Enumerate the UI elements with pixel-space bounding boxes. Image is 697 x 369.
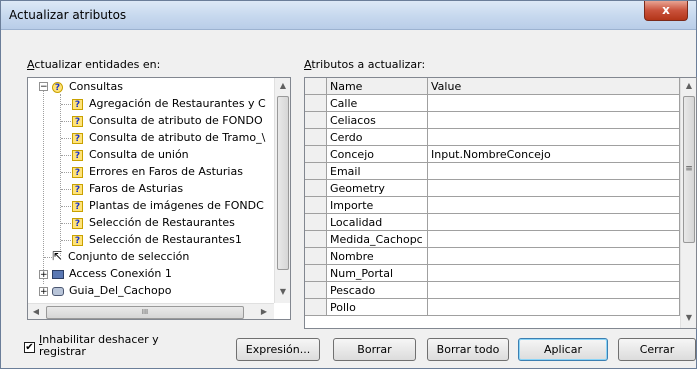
query-icon: ? bbox=[72, 166, 83, 178]
attribute-value-cell[interactable] bbox=[428, 231, 680, 248]
tree-item-database[interactable]: Guia_Del_Cachopo bbox=[52, 282, 171, 299]
row-selector[interactable] bbox=[305, 214, 327, 231]
attribute-value-cell[interactable] bbox=[428, 197, 680, 214]
tree-item-selection-set[interactable]: ⇱ Conjunto de selección bbox=[52, 248, 189, 265]
grid-vertical-scrollbar[interactable]: ▲ ≡ ▼ bbox=[680, 78, 696, 328]
tree-vertical-scrollbar[interactable]: ▲ ▼ bbox=[274, 78, 290, 303]
attribute-value-cell[interactable] bbox=[428, 214, 680, 231]
attribute-value-cell[interactable] bbox=[428, 282, 680, 299]
database-icon bbox=[52, 286, 64, 296]
attributes-label: Atributos a actualizar: bbox=[304, 58, 426, 71]
apply-button[interactable]: Aplicar bbox=[518, 338, 608, 361]
row-selector[interactable] bbox=[305, 129, 327, 146]
attribute-name-cell: Num_Portal bbox=[327, 265, 428, 282]
attribute-name-cell: Calle bbox=[327, 95, 428, 112]
tree-item-query[interactable]: ? Consulta de atributo de Tramo_\ bbox=[72, 129, 265, 146]
disable-undo-checkbox[interactable]: ✔ bbox=[24, 342, 35, 353]
attribute-name-cell: Localidad bbox=[327, 214, 428, 231]
tree-horizontal-scrollbar[interactable]: ◀ III ▶ bbox=[28, 303, 274, 319]
scroll-up-icon[interactable]: ▲ bbox=[681, 78, 696, 94]
dialog-window: Actualizar atributos x Actualizar entida… bbox=[0, 0, 697, 369]
column-header-name[interactable]: Name bbox=[327, 78, 428, 95]
clear-all-button[interactable]: Borrar todo bbox=[427, 338, 509, 361]
scroll-down-icon[interactable]: ▼ bbox=[681, 310, 696, 326]
expand-toggle[interactable]: + bbox=[39, 287, 48, 297]
connection-icon bbox=[52, 269, 64, 279]
scroll-left-icon[interactable]: ◀ bbox=[30, 306, 42, 318]
query-icon: ? bbox=[72, 149, 83, 161]
attribute-value-cell[interactable]: Input.NombreConcejo bbox=[428, 146, 680, 163]
tree-item-consultas[interactable]: ? Consultas bbox=[52, 78, 123, 95]
expression-button[interactable]: Expresión... bbox=[236, 338, 320, 361]
query-icon: ? bbox=[72, 115, 83, 127]
title-bar: Actualizar atributos x bbox=[1, 1, 696, 30]
scroll-right-icon[interactable]: ▶ bbox=[258, 306, 270, 318]
row-selector[interactable] bbox=[305, 163, 327, 180]
attribute-name-cell: Celiacos bbox=[327, 112, 428, 129]
cursor-icon: ⇱ bbox=[52, 249, 63, 263]
attribute-value-cell[interactable] bbox=[428, 265, 680, 282]
scroll-thumb[interactable] bbox=[277, 96, 289, 270]
tree-item-query[interactable]: ? Plantas de imágenes de FONDC bbox=[72, 197, 264, 214]
row-selector[interactable] bbox=[305, 146, 327, 163]
collapse-toggle[interactable]: − bbox=[39, 82, 48, 92]
query-icon: ? bbox=[72, 217, 83, 229]
attributes-grid[interactable]: Name Value Calle Celiacos Cerdo Concejo Inpu… bbox=[304, 77, 697, 329]
attribute-value-cell[interactable] bbox=[428, 112, 680, 129]
attribute-name-cell: Cerdo bbox=[327, 129, 428, 146]
scroll-up-icon[interactable]: ▲ bbox=[275, 78, 290, 94]
row-selector[interactable] bbox=[305, 299, 327, 316]
scroll-thumb[interactable]: ≡ bbox=[683, 96, 695, 243]
query-icon: ? bbox=[72, 200, 83, 212]
query-icon: ? bbox=[72, 132, 83, 144]
attribute-value-cell[interactable] bbox=[428, 129, 680, 146]
tree-item-query[interactable]: ? Consulta de atributo de FONDO bbox=[72, 112, 263, 129]
row-selector[interactable] bbox=[305, 282, 327, 299]
column-header-value[interactable]: Value bbox=[428, 78, 680, 95]
close-icon: x bbox=[662, 3, 670, 17]
window-title: Actualizar atributos bbox=[9, 8, 127, 22]
row-selector[interactable] bbox=[305, 95, 327, 112]
tree-item-query[interactable]: ? Agregación de Restaurantes y C bbox=[72, 95, 266, 112]
attribute-name-cell: Geometry bbox=[327, 180, 428, 197]
attribute-value-cell[interactable] bbox=[428, 299, 680, 316]
tree-item-query[interactable]: ? Consulta de unión bbox=[72, 146, 189, 163]
close-button[interactable]: x bbox=[644, 1, 688, 21]
tree-item-query[interactable]: ? Faros de Asturias bbox=[72, 180, 183, 197]
query-icon: ? bbox=[72, 98, 83, 110]
scroll-thumb[interactable]: III bbox=[46, 306, 244, 319]
query-icon: ? bbox=[72, 234, 83, 246]
disable-undo-label: Inhabilitar deshacer y registrar bbox=[39, 333, 159, 358]
attribute-name-cell: Medida_Cachopc bbox=[327, 231, 428, 248]
attribute-value-cell[interactable] bbox=[428, 180, 680, 197]
scroll-down-icon[interactable]: ▼ bbox=[275, 284, 290, 300]
row-selector[interactable] bbox=[305, 180, 327, 197]
attribute-name-cell: Importe bbox=[327, 197, 428, 214]
attribute-name-cell: Pescado bbox=[327, 282, 428, 299]
row-selector[interactable] bbox=[305, 231, 327, 248]
attribute-name-cell: Concejo bbox=[327, 146, 428, 163]
attribute-value-cell[interactable] bbox=[428, 248, 680, 265]
tree-item-query[interactable]: ? Errores en Faros de Asturias bbox=[72, 163, 243, 180]
entities-tree[interactable]: − ? Consultas ? Agregación de Restaurantes… bbox=[27, 77, 291, 320]
attribute-name-cell: Email bbox=[327, 163, 428, 180]
attribute-value-cell[interactable] bbox=[428, 95, 680, 112]
attribute-value-cell[interactable] bbox=[428, 163, 680, 180]
clear-button[interactable]: Borrar bbox=[333, 338, 416, 361]
row-selector[interactable] bbox=[305, 197, 327, 214]
close-dialog-button[interactable]: Cerrar bbox=[618, 338, 696, 361]
attribute-name-cell: Pollo bbox=[327, 299, 428, 316]
attribute-name-cell: Nombre bbox=[327, 248, 428, 265]
tree-item-query[interactable]: ? Selección de Restaurantes1 bbox=[72, 231, 242, 248]
tree-item-query[interactable]: ? Selección de Restaurantes bbox=[72, 214, 235, 231]
query-folder-icon: ? bbox=[52, 81, 63, 93]
entities-label: Actualizar entidades en: bbox=[27, 58, 161, 71]
row-selector[interactable] bbox=[305, 265, 327, 282]
row-selector[interactable] bbox=[305, 248, 327, 265]
row-selector[interactable] bbox=[305, 112, 327, 129]
expand-toggle[interactable]: + bbox=[39, 270, 48, 280]
tree-item-connection[interactable]: Access Conexión 1 bbox=[52, 265, 172, 282]
query-icon: ? bbox=[72, 183, 83, 195]
